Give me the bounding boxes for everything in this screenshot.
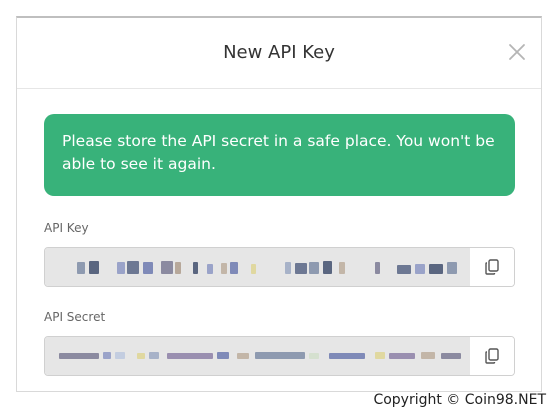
new-api-key-dialog: New API Key Please store the API secret … (16, 16, 542, 392)
close-button[interactable] (505, 40, 529, 64)
api-secret-label: API Secret (44, 310, 106, 324)
api-key-label: API Key (44, 221, 89, 235)
copy-api-key-button[interactable] (470, 248, 514, 286)
copy-icon (485, 348, 499, 364)
copy-icon (485, 259, 499, 275)
copy-api-secret-button[interactable] (470, 337, 514, 375)
api-secret-field (44, 336, 515, 376)
api-key-value (45, 248, 472, 286)
copyright-watermark: Copyright © Coin98.NET (369, 392, 550, 408)
dialog-title: New API Key (223, 42, 335, 63)
store-secret-alert: Please store the API secret in a safe pl… (44, 114, 515, 196)
api-key-field (44, 247, 515, 287)
api-secret-value (45, 337, 472, 375)
close-icon (509, 44, 525, 60)
dialog-header: New API Key (17, 18, 541, 89)
